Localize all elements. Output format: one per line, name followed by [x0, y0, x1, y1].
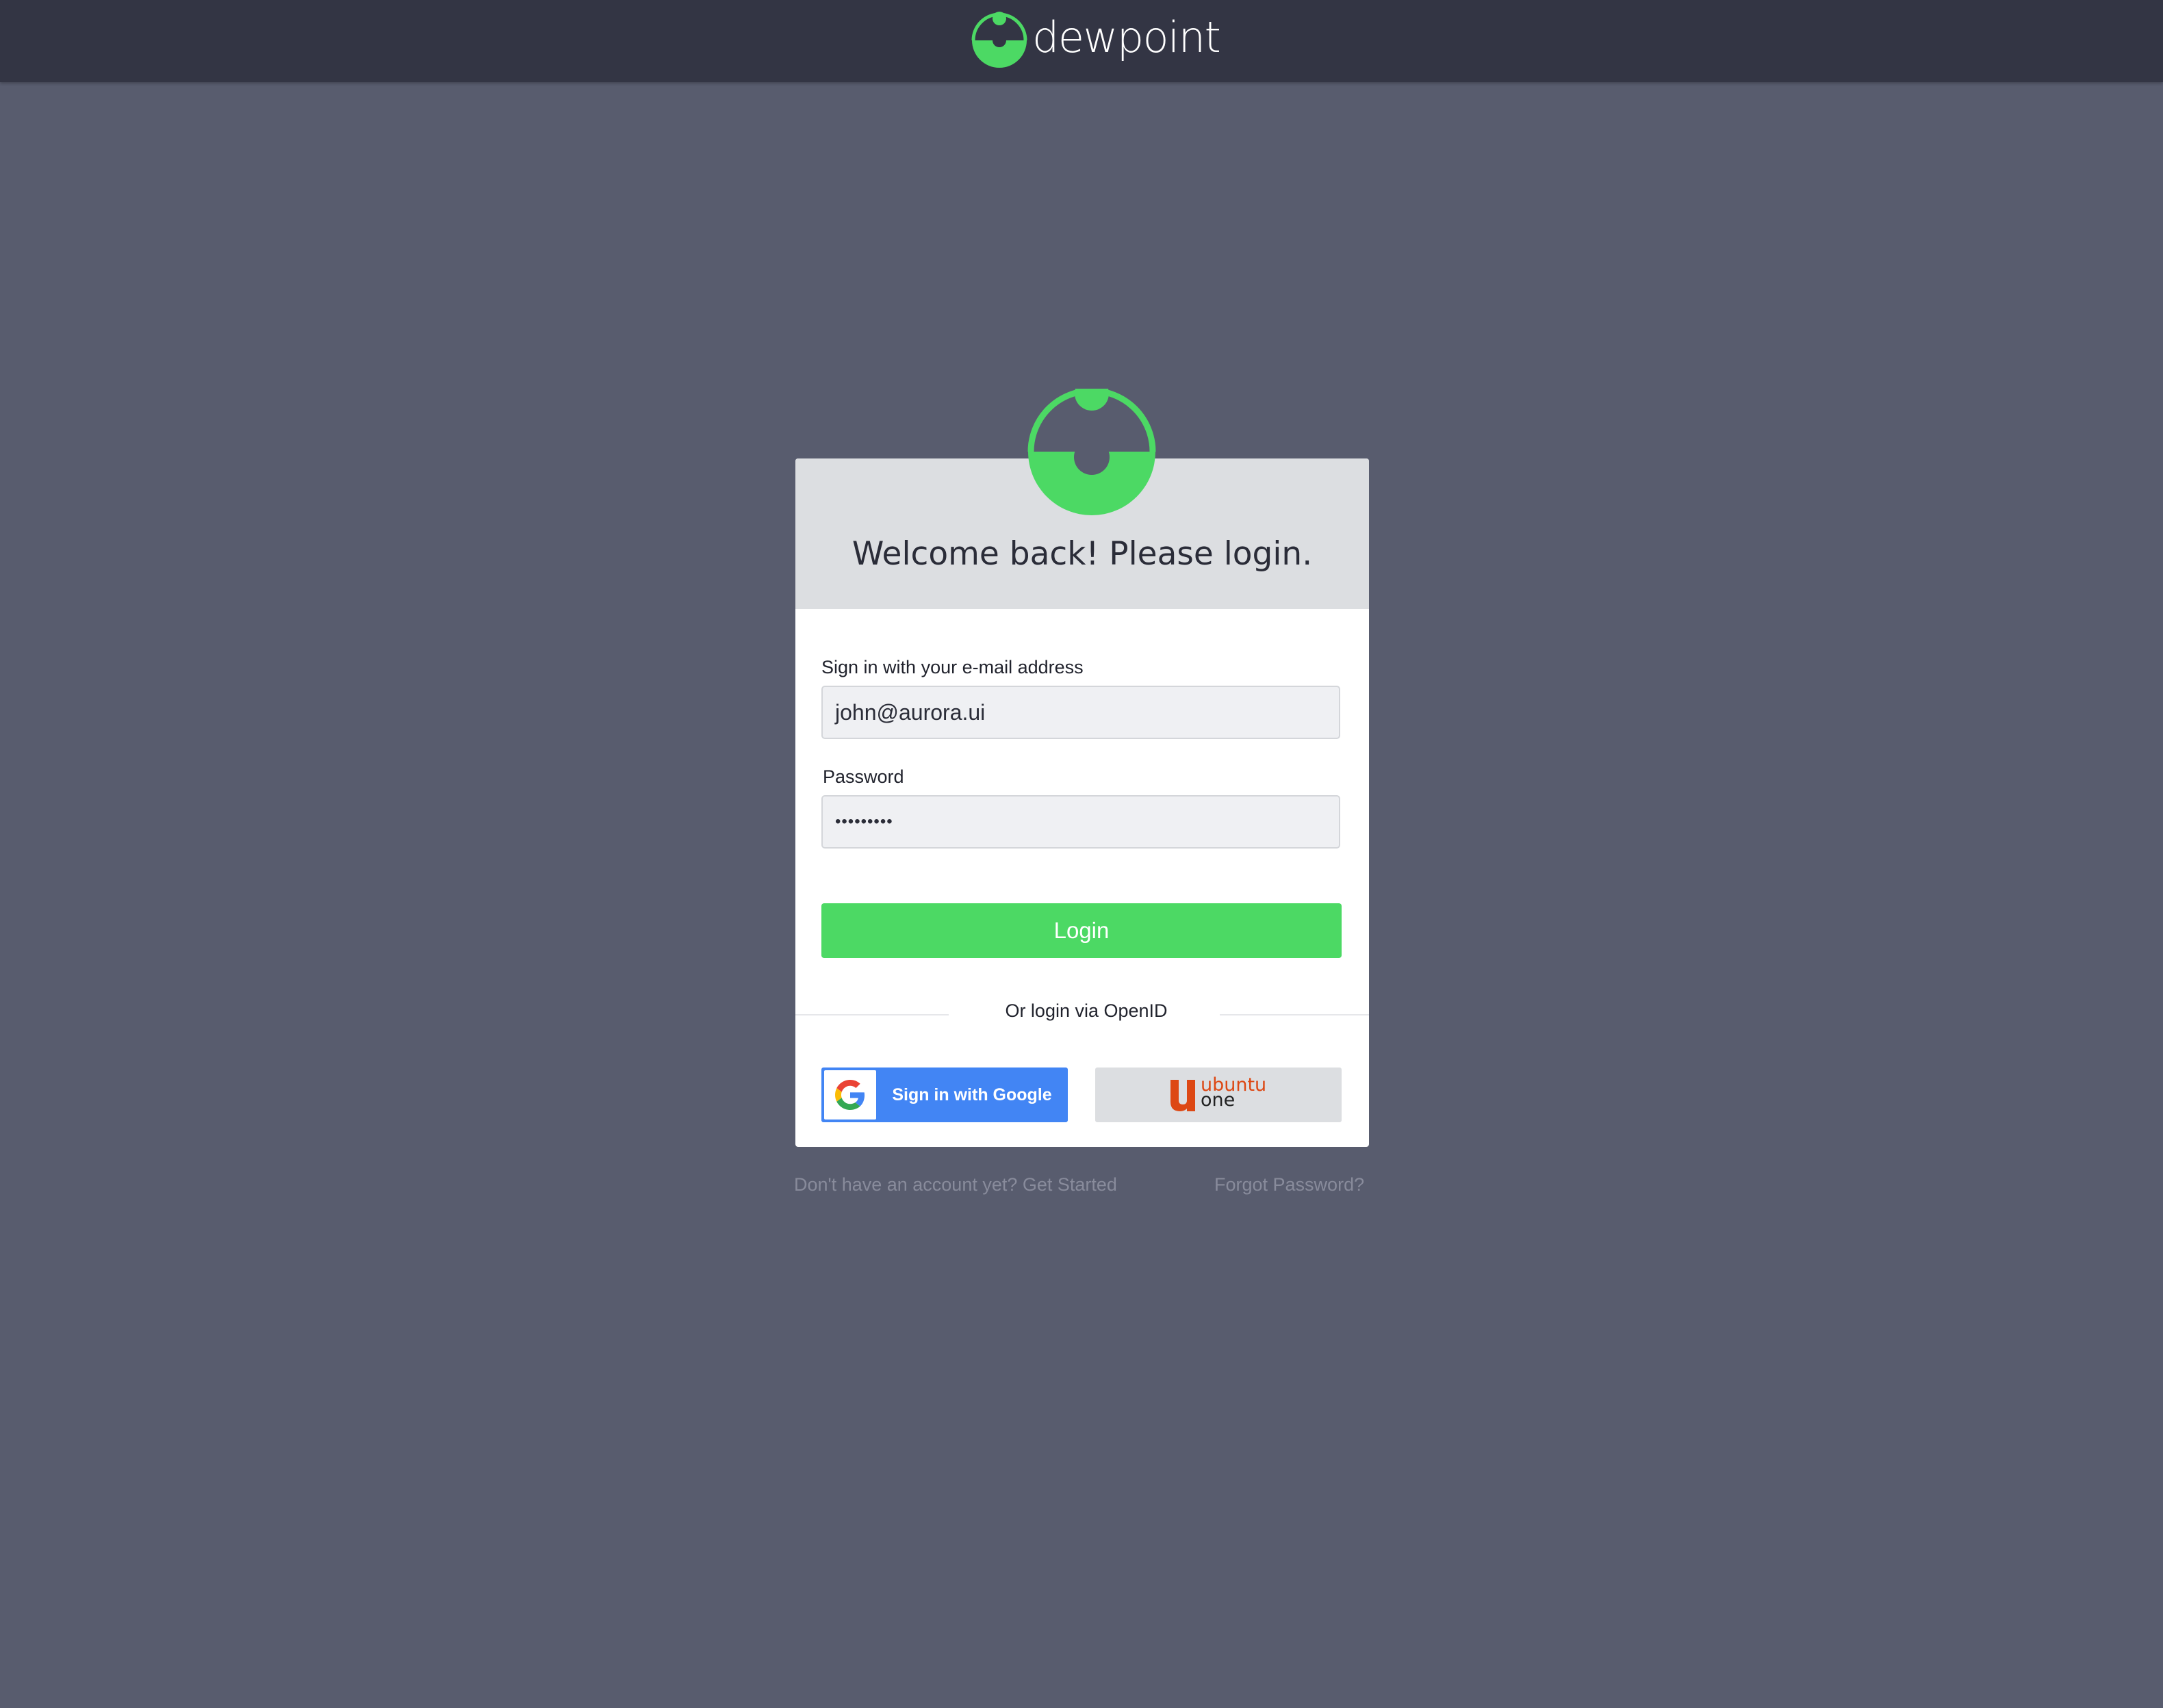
- google-signin-label: Sign in with Google: [892, 1085, 1052, 1104]
- login-button[interactable]: Login: [821, 903, 1342, 958]
- ubuntu-one-word: one: [1201, 1089, 1236, 1111]
- brand-name: dewpoint: [1032, 12, 1221, 62]
- top-bar: dewpoint: [0, 0, 2163, 82]
- password-field[interactable]: •••••••••: [821, 795, 1340, 849]
- signup-link[interactable]: Don't have an account yet? Get Started: [794, 1174, 1117, 1195]
- dewpoint-logo-icon: [971, 12, 1027, 68]
- email-label: Sign in with your e-mail address: [821, 657, 1084, 677]
- ubuntu-u-icon: [1170, 1080, 1195, 1111]
- openid-divider-text: Or login via OpenID: [1005, 1000, 1168, 1021]
- google-signin-button[interactable]: Sign in with Google: [821, 1068, 1068, 1122]
- password-label: Password: [823, 766, 904, 787]
- dewpoint-hero-logo-icon: [1027, 389, 1156, 515]
- page-title: Welcome back! Please login.: [852, 535, 1313, 573]
- ubuntu-one-button[interactable]: ubuntu one: [1095, 1068, 1342, 1122]
- email-field[interactable]: john@aurora.ui: [821, 686, 1340, 739]
- google-icon: [824, 1070, 876, 1120]
- forgot-password-link[interactable]: Forgot Password?: [1214, 1174, 1364, 1195]
- login-card: Welcome back! Please login. Sign in with…: [795, 458, 1369, 1147]
- brand-logo[interactable]: dewpoint: [971, 12, 1221, 68]
- ubuntu-one-logo: ubuntu one: [1169, 1076, 1279, 1117]
